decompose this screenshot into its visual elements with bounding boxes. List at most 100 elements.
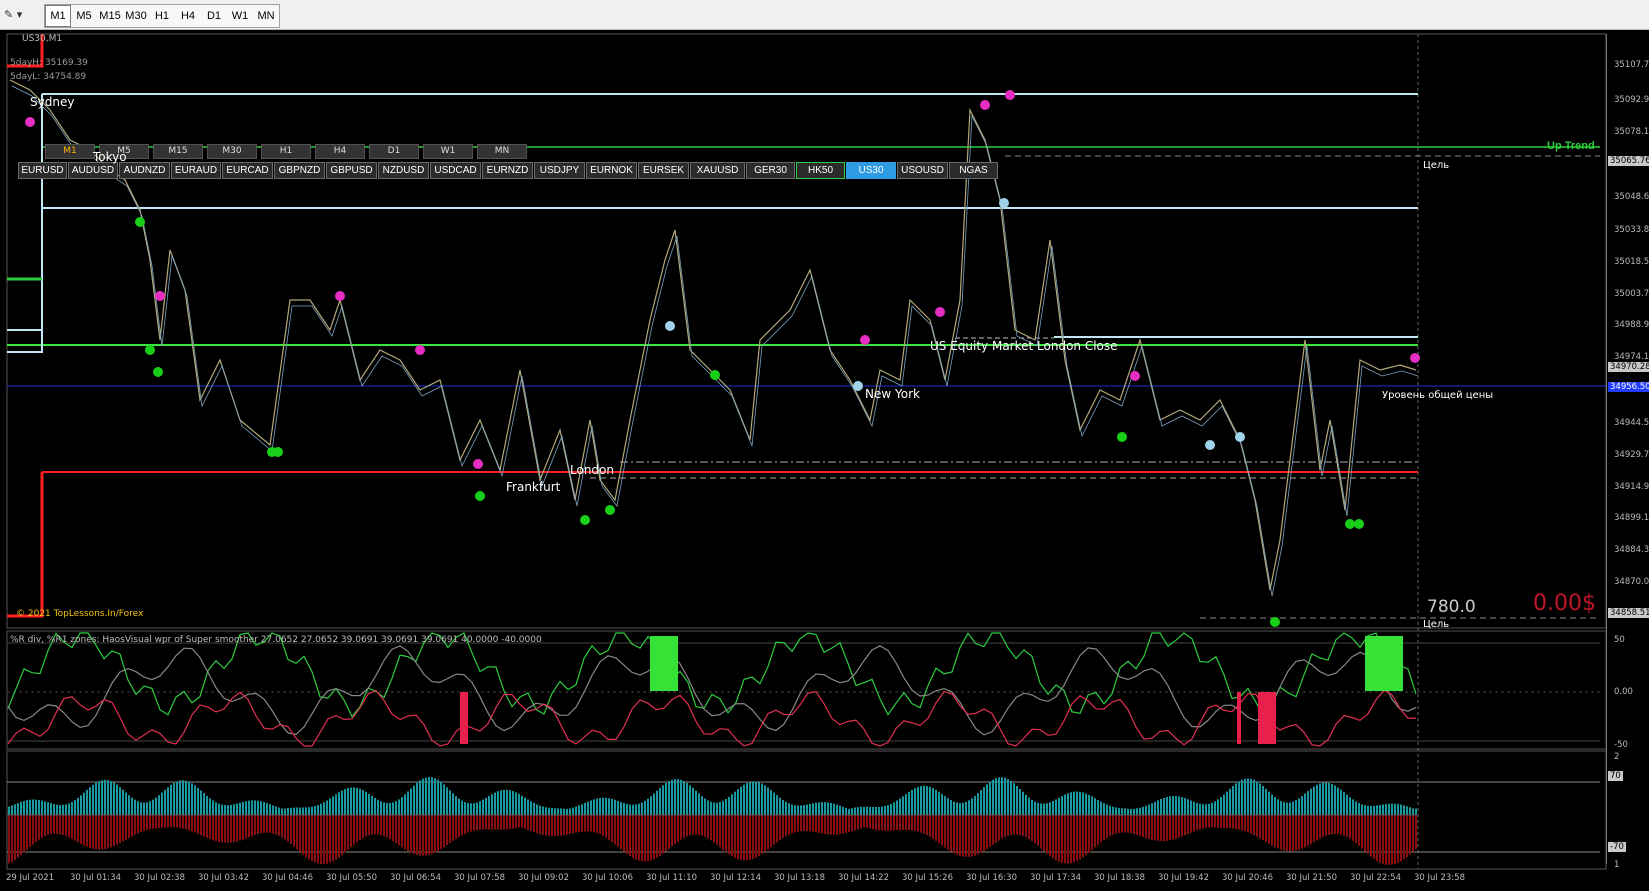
histogram-bar-down	[1208, 815, 1210, 828]
histogram-bar-down	[602, 815, 604, 836]
profit-value: 0.00$	[1533, 591, 1596, 616]
histogram-bar-up	[14, 804, 16, 815]
histogram-bar-up	[578, 805, 580, 815]
mini-timeframe-m1[interactable]: M1	[45, 144, 95, 159]
histogram-bar-down	[431, 815, 433, 854]
histogram-bar-down	[1328, 815, 1330, 835]
chart-canvas[interactable]	[0, 0, 1649, 891]
mini-timeframe-mn[interactable]: MN	[477, 144, 527, 159]
histogram-bar-down	[728, 815, 730, 855]
histogram-bar-up	[965, 801, 967, 815]
histogram-bar-down	[542, 815, 544, 835]
symbol-button-audnzd[interactable]: AUDNZD	[119, 162, 170, 179]
histogram-bar-up	[851, 808, 853, 815]
symbol-button-eurcad[interactable]: EURCAD	[222, 162, 273, 179]
histogram-bar-up	[1007, 779, 1009, 815]
histogram-bar-down	[254, 815, 256, 835]
histogram-bar-down	[71, 815, 73, 839]
symbol-button-usousd[interactable]: USOUSD	[897, 162, 948, 179]
histogram-bar-down	[842, 815, 844, 834]
symbol-button-eursek[interactable]: EURSEK	[638, 162, 689, 179]
histogram-bar-down	[353, 815, 355, 845]
histogram-bar-up	[560, 808, 562, 815]
histogram-bar-up	[188, 781, 190, 815]
histogram-bar-down	[1151, 815, 1153, 840]
histogram-bar-down	[125, 815, 127, 840]
histogram-bar-down	[200, 815, 202, 836]
symbol-button-usdjpy[interactable]: USDJPY	[534, 162, 585, 179]
symbol-button-usdcad[interactable]: USDCAD	[430, 162, 481, 179]
histogram-bar-up	[620, 802, 622, 815]
neutral-signal-marker	[1205, 440, 1215, 450]
histogram-bar-down	[857, 815, 859, 830]
symbol-button-eurusd[interactable]: EURUSD	[18, 162, 67, 179]
histogram-bar-down	[11, 815, 13, 862]
time-tick: 29 Jul 2021	[6, 873, 55, 883]
histogram-bar-up	[569, 808, 571, 815]
histogram-bar-up	[215, 802, 217, 815]
histogram-bar-down	[269, 815, 271, 833]
histogram-bar-down	[266, 815, 268, 833]
histogram-bar-up	[500, 790, 502, 815]
histogram-tick: 70	[1608, 771, 1623, 781]
symbol-button-eurnok[interactable]: EURNOK	[586, 162, 637, 179]
histogram-bar-down	[611, 815, 613, 842]
time-tick: 30 Jul 06:54	[390, 873, 441, 883]
histogram-bar-down	[758, 815, 760, 856]
symbol-button-audusd[interactable]: AUDUSD	[68, 162, 118, 179]
histogram-bar-down	[1073, 815, 1075, 863]
symbol-button-xauusd[interactable]: XAUUSD	[690, 162, 745, 179]
histogram-bar-down	[791, 815, 793, 834]
histogram-bar-down	[578, 815, 580, 833]
histogram-bar-down	[194, 815, 196, 833]
histogram-bar-up	[743, 784, 745, 815]
histogram-bar-down	[809, 815, 811, 832]
histogram-bar-down	[767, 815, 769, 850]
histogram-bar-down	[428, 815, 430, 855]
histogram-bar-down	[1184, 815, 1186, 836]
symbol-button-gbpnzd[interactable]: GBPNZD	[274, 162, 325, 179]
mini-timeframe-h1[interactable]: H1	[261, 144, 311, 159]
histogram-bar-down	[779, 815, 781, 841]
histogram-bar-up	[662, 785, 664, 815]
histogram-bar-down	[704, 815, 706, 837]
histogram-bar-up	[1238, 781, 1240, 815]
histogram-bar-down	[962, 815, 964, 857]
histogram-bar-down	[1130, 815, 1132, 834]
histogram-bar-up	[1400, 804, 1402, 815]
histogram-bar-up	[950, 800, 952, 815]
histogram-bar-down	[1040, 815, 1042, 849]
histogram-bar-down	[362, 815, 364, 838]
histogram-bar-up	[626, 803, 628, 815]
mini-timeframe-h4[interactable]: H4	[315, 144, 365, 159]
histogram-bar-down	[932, 815, 934, 839]
symbol-button-us30[interactable]: US30	[846, 162, 896, 179]
histogram-bar-up	[1094, 798, 1096, 815]
histogram-bar-up	[854, 807, 856, 815]
histogram-bar-down	[1259, 815, 1261, 839]
histogram-bar-down	[110, 815, 112, 848]
histogram-bar-down	[413, 815, 415, 854]
buy-signal-marker	[1345, 519, 1355, 529]
histogram-bar-up	[443, 784, 445, 815]
histogram-bar-up	[1028, 797, 1030, 815]
histogram-bar-up	[1163, 797, 1165, 815]
symbol-button-ngas[interactable]: NGAS	[949, 162, 998, 179]
mini-timeframe-w1[interactable]: W1	[423, 144, 473, 159]
mini-timeframe-d1[interactable]: D1	[369, 144, 419, 159]
symbol-button-gbpusd[interactable]: GBPUSD	[326, 162, 377, 179]
histogram-bar-down	[692, 815, 694, 835]
buy-signal-marker	[475, 491, 485, 501]
histogram-bar-down	[317, 815, 319, 864]
symbol-button-ger30[interactable]: GER30	[746, 162, 795, 179]
histogram-bar-down	[605, 815, 607, 838]
mini-timeframe-m30[interactable]: M30	[207, 144, 257, 159]
sell-signal-marker	[935, 307, 945, 317]
symbol-button-nzdusd[interactable]: NZDUSD	[378, 162, 429, 179]
symbol-button-hk50[interactable]: HK50	[796, 162, 845, 179]
mini-timeframe-m15[interactable]: M15	[153, 144, 203, 159]
symbol-button-euraud[interactable]: EURAUD	[171, 162, 221, 179]
histogram-bar-up	[1193, 801, 1195, 815]
symbol-button-eurnzd[interactable]: EURNZD	[482, 162, 533, 179]
histogram-bar-up	[1064, 794, 1066, 815]
